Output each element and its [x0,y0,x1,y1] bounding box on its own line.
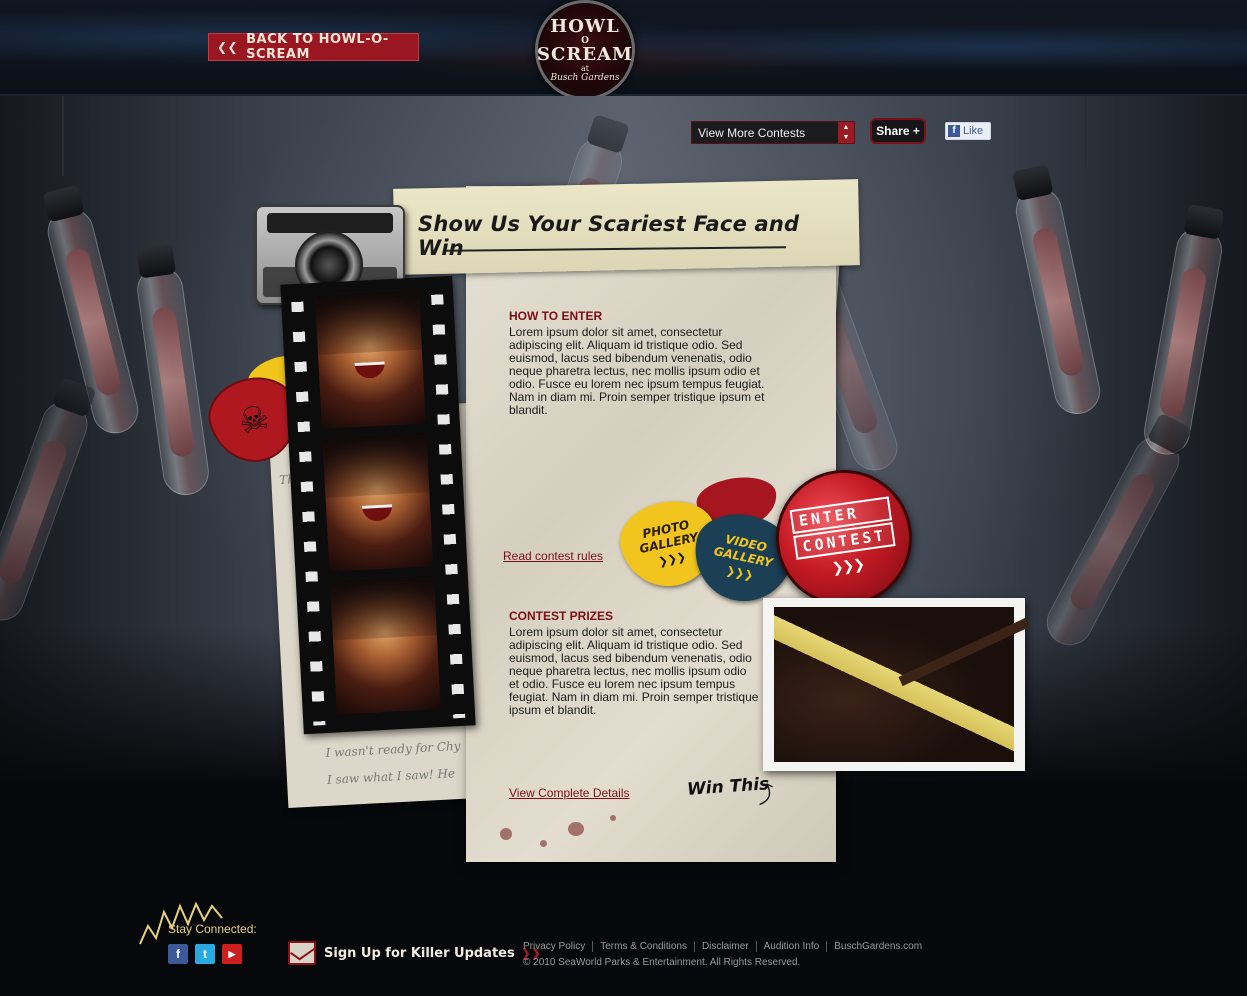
share-button[interactable]: Share + [870,118,926,144]
triple-chevron-right-icon: ❯❯❯ [725,563,755,582]
scribble-text: I saw what I saw! He [326,766,456,787]
double-chevron-left-icon: ❮❮ [217,40,239,54]
site-header: ❮❮ BACK TO HOWL-O-SCREAM HOWL O SCREAM a… [0,0,1247,100]
vial-image [1011,183,1105,419]
like-label: Like [963,125,984,137]
vial-image [0,395,94,627]
screaming-face-photo [314,289,426,429]
copyright-text: © 2010 SeaWorld Parks & Entertainment. A… [523,957,801,968]
screaming-face-photo [322,432,434,572]
photo-mouth [362,504,393,522]
logo-howl: HOWL [550,15,620,37]
disclaimer-link[interactable]: Disclaimer [693,941,756,952]
fire-breathing-photo [329,575,441,715]
blood-splatter [540,840,547,847]
logo-scream: SCREAM [537,43,633,65]
logo-at: at [581,63,589,73]
privacy-policy-link[interactable]: Privacy Policy [523,941,592,952]
back-to-howl-o-scream-button[interactable]: ❮❮ BACK TO HOWL-O-SCREAM [208,32,419,62]
audition-info-link[interactable]: Audition Info [755,941,827,952]
facebook-icon: f [948,125,960,137]
view-more-contests-select[interactable]: View More Contests ▲ ▼ [691,121,855,144]
contest-title: Show Us Your Scariest Face and Win [418,212,800,260]
guitar-neck [898,617,1030,687]
rope [62,96,64,176]
buschgardens-link[interactable]: BuschGardens.com [826,941,929,952]
vial-image [134,263,212,499]
stay-connected-label: Stay Connected: [168,922,257,936]
prize-guitar-photo [763,598,1030,771]
back-button-label: BACK TO HOWL-O-SCREAM [246,32,389,62]
enter-contest-label: ENTER CONTEST [789,494,896,561]
contest-select-value: View More Contests [698,126,806,140]
envelope-icon [288,941,316,965]
blood-splatter [500,828,512,840]
photo-hair [329,575,437,641]
contest-prizes-text: Lorem ipsum dolor sit amet, consectetur … [509,625,759,717]
contest-prizes-heading: CONTEST PRIZES [509,609,614,623]
youtube-icon[interactable]: ▶ [222,944,242,964]
facebook-like-button[interactable]: f Like [945,122,991,140]
guitar-image [774,607,1030,762]
film-strip [280,275,476,735]
signup-updates-link[interactable]: Sign Up for Killer Updates ❯❯ [288,938,541,968]
triple-chevron-right-icon: ❯❯❯ [657,549,687,568]
scribble-text: I wasn't ready for Chy [325,738,461,760]
photo-hair [322,432,430,499]
read-contest-rules-link[interactable]: Read contest rules [503,549,603,563]
howl-o-scream-logo[interactable]: HOWL O SCREAM at Busch Gardens [535,0,635,100]
blood-splatter [568,822,584,836]
photo-hair [314,289,422,356]
photo-mouth [354,361,386,380]
how-to-enter-heading: HOW TO ENTER [509,309,603,323]
triple-chevron-right-icon: ❯❯❯ [830,555,865,576]
camera-top [267,213,393,233]
twitter-icon[interactable]: t [195,944,215,964]
vial-image [1038,428,1188,654]
rope [1085,96,1087,166]
terms-conditions-link[interactable]: Terms & Conditions [592,941,694,952]
how-to-enter-text: Lorem ipsum dolor sit amet, consectetur … [509,325,765,417]
select-arrows-icon: ▲ ▼ [838,122,854,143]
logo-busch-gardens: Busch Gardens [550,72,620,83]
vial-image [1140,223,1226,459]
facebook-icon[interactable]: f [168,944,188,964]
blood-splatter [610,815,616,821]
view-complete-details-link[interactable]: View Complete Details [509,786,630,800]
footer-links: Privacy Policy Terms & Conditions Discla… [523,941,929,952]
signup-label: Sign Up for Killer Updates [324,945,515,961]
